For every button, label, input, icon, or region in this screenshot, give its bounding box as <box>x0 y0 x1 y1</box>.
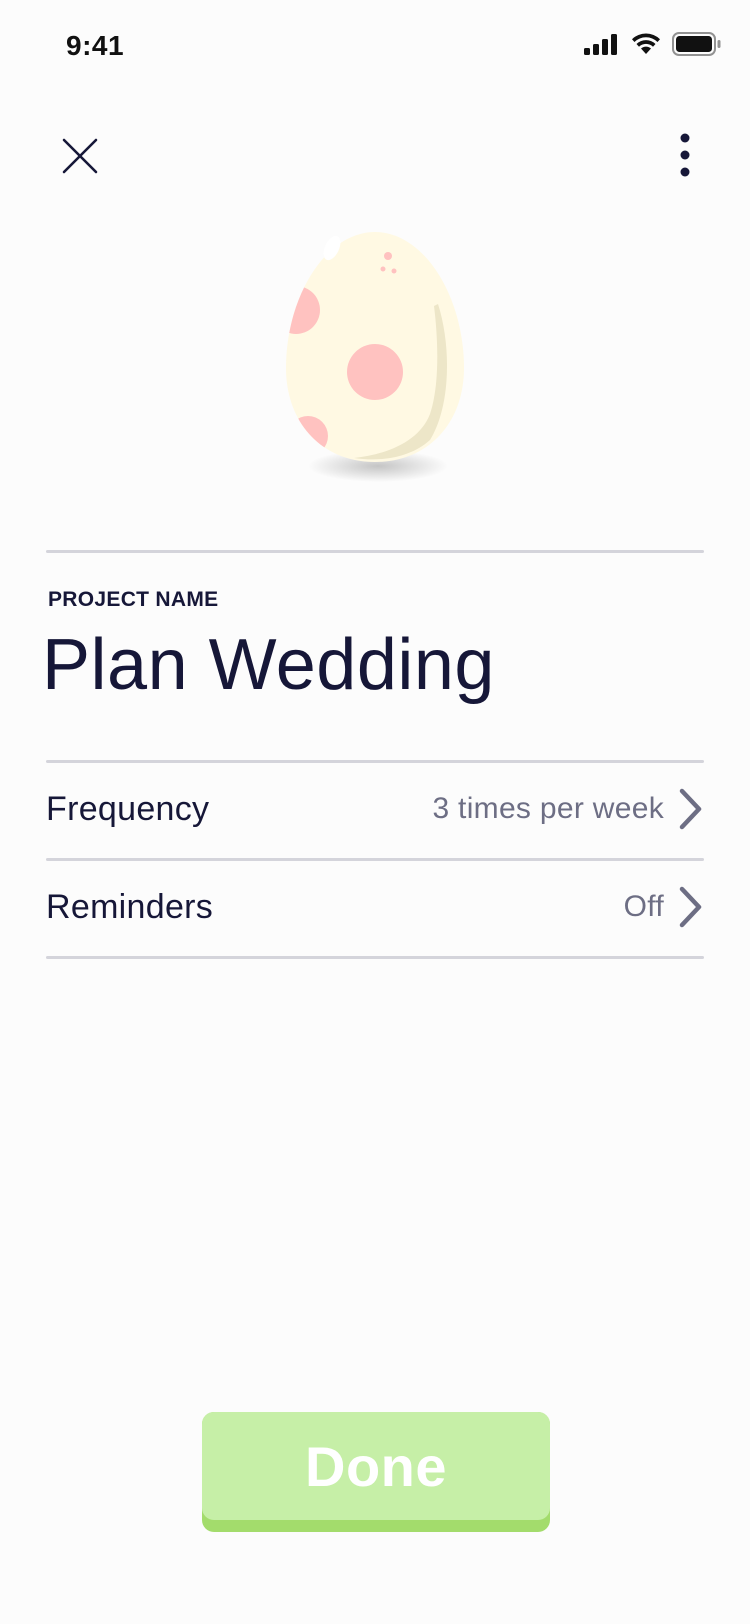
battery-icon <box>672 32 721 56</box>
top-bar <box>0 120 750 200</box>
close-icon <box>62 138 98 174</box>
more-vertical-icon <box>680 133 690 177</box>
status-bar: 9:41 <box>0 0 750 90</box>
status-icons <box>584 32 722 56</box>
wifi-icon <box>632 33 660 54</box>
egg-icon <box>286 232 464 482</box>
divider-top <box>46 550 704 553</box>
reminders-value: Off <box>623 890 664 923</box>
more-options-button[interactable] <box>670 128 700 184</box>
frequency-label: Frequency <box>46 790 210 828</box>
reminders-row[interactable]: Reminders Off <box>46 860 704 956</box>
frequency-row[interactable]: Frequency 3 times per week <box>46 762 704 858</box>
divider-reminders <box>46 956 704 959</box>
chevron-right-icon <box>679 788 702 830</box>
reminders-label: Reminders <box>46 888 214 926</box>
project-egg-illustration <box>270 218 480 508</box>
project-name-label: PROJECT NAME <box>48 588 219 611</box>
frequency-value: 3 times per week <box>432 792 664 825</box>
close-button[interactable] <box>56 132 104 180</box>
status-time: 9:41 <box>66 30 125 61</box>
done-button[interactable]: Done <box>202 1412 550 1532</box>
cellular-signal-icon <box>584 34 617 55</box>
chevron-right-icon <box>679 886 702 928</box>
done-button-face: Done <box>202 1412 550 1520</box>
done-button-label: Done <box>305 1434 447 1498</box>
project-name-value[interactable]: Plan Wedding <box>42 624 495 706</box>
